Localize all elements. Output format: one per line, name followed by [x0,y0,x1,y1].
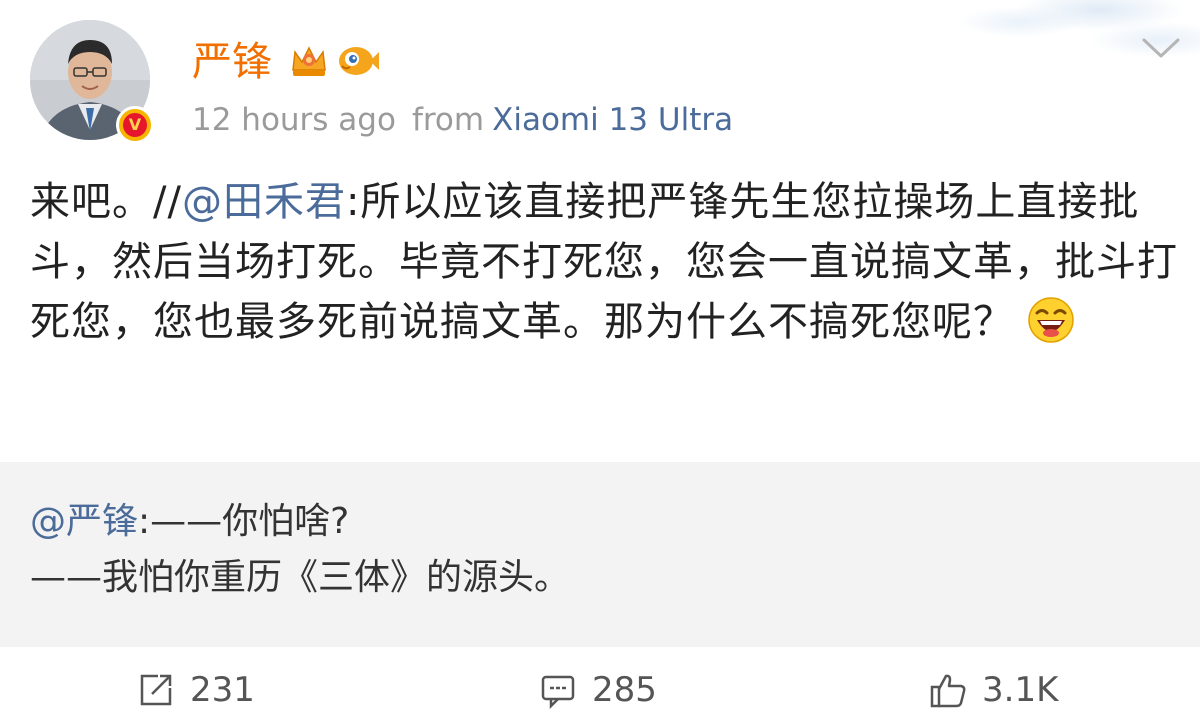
laugh-emoji-icon [1028,297,1074,343]
post-header: V 严锋 12 hours ago from Xiaomi 13 Ultra [0,0,1200,160]
mention-link[interactable]: @田禾君 [182,179,346,225]
crown-icon [292,46,326,76]
repost-mention-link[interactable]: @严锋 [30,501,138,542]
repost-line-2: ——我怕你重历《三体》的源头。 [30,557,571,598]
comment-icon [541,675,575,710]
post-time: 12 hours ago [192,102,396,138]
action-bar: 231 285 3.1K [0,660,1200,711]
repost-line-1: @严锋:——你怕啥? [30,494,570,550]
repost-icon [140,674,172,706]
comment-count: 285 [592,670,657,710]
repost-line-1-text: :——你怕啥? [138,501,350,542]
post-meta: 12 hours ago from Xiaomi 13 Ultra [192,100,733,140]
device-link[interactable]: Xiaomi 13 Ultra [492,102,733,138]
post-body: 来吧。//@田禾君:所以应该直接把严锋先生您拉操场上直接批斗，然后当场打死。毕竟… [30,172,1180,352]
repost-button[interactable]: 231 [136,670,255,710]
fish-icon [339,47,379,75]
reposted-content[interactable]: @严锋:——你怕啥? ——我怕你重历《三体》的源头。 [0,462,1200,647]
repost-count: 231 [190,670,255,710]
verified-badge-icon: V [116,106,154,144]
repost-text: @严锋:——你怕啥? ——我怕你重历《三体》的源头。 [30,494,570,606]
from-label: from [411,102,485,138]
comment-button[interactable]: 285 [538,670,657,710]
thumbs-up-icon [930,674,966,708]
like-count: 3.1K [982,670,1059,710]
like-button[interactable]: 3.1K [928,670,1058,710]
chevron-down-icon[interactable] [1140,34,1182,62]
author-name[interactable]: 严锋 [192,38,272,86]
post-text-part1: 来吧。// [30,179,182,225]
